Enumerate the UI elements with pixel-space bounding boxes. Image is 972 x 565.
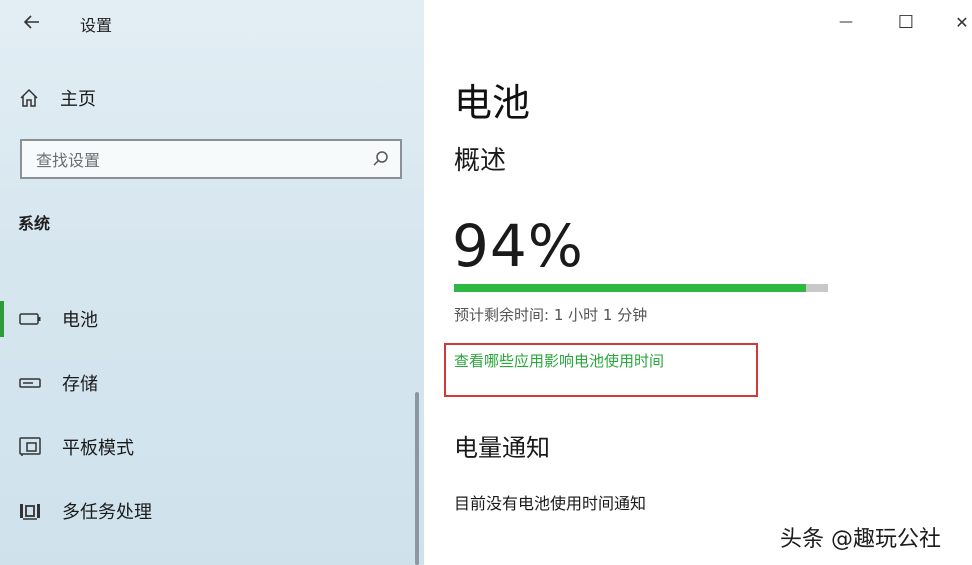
window-title: 设置	[80, 16, 113, 35]
back-arrow-icon	[23, 15, 39, 29]
home-icon	[20, 88, 38, 107]
time-remaining-text: 预计剩余时间: 1 小时 1 分钟	[454, 306, 648, 324]
settings-search[interactable]: 查找设置	[20, 139, 402, 179]
back-button[interactable]	[18, 8, 46, 36]
sidebar-item-battery[interactable]: 电池	[0, 301, 400, 337]
sidebar-item-tablet-mode[interactable]: 平板模式	[0, 429, 400, 465]
overview-heading: 概述	[454, 146, 507, 176]
sidebar-item-label: 多任务处理	[62, 502, 152, 523]
sidebar-item-label: 电池	[62, 310, 98, 331]
battery-notification-text: 目前没有电池使用时间通知	[454, 494, 647, 513]
sidebar-item-storage[interactable]: 存储	[0, 365, 400, 401]
battery-notification-heading: 电量通知	[454, 434, 550, 462]
multitasking-icon	[18, 499, 42, 523]
highlight-box	[444, 343, 758, 397]
watermark: 头条 @趣玩公社	[780, 527, 941, 552]
search-input[interactable]: 查找设置	[36, 147, 372, 171]
close-icon: ✕	[955, 12, 969, 32]
battery-level-bar	[454, 284, 828, 292]
sidebar-item-label: 存储	[62, 374, 98, 395]
sidebar-home[interactable]: 主页	[18, 84, 96, 112]
storage-icon	[18, 371, 42, 395]
close-button[interactable]: ✕	[942, 8, 972, 36]
search-icon	[373, 151, 388, 166]
battery-page: — ☐ ✕ 电池 概述 94% 预计剩余时间: 1 小时 1 分钟 查看哪些应用…	[424, 0, 972, 565]
minimize-icon: —	[839, 14, 853, 30]
home-label: 主页	[60, 89, 96, 110]
battery-percentage: 94%	[452, 212, 584, 280]
maximize-icon: ☐	[897, 11, 915, 33]
minimize-button[interactable]: —	[826, 8, 866, 36]
page-title: 电池	[454, 81, 531, 125]
battery-icon	[18, 307, 42, 331]
sidebar-item-multitasking[interactable]: 多任务处理	[0, 493, 400, 529]
sidebar-scrollbar[interactable]	[415, 392, 419, 565]
battery-level-fill	[454, 284, 806, 292]
tablet-mode-icon	[18, 435, 42, 459]
section-label-system: 系统	[18, 214, 51, 233]
maximize-button[interactable]: ☐	[886, 8, 926, 36]
settings-sidebar: 设置 主页 查找设置 系统 电池 存储 平板模式 多任务处理	[0, 0, 424, 565]
selected-indicator	[0, 301, 4, 337]
sidebar-item-label: 平板模式	[62, 438, 134, 459]
